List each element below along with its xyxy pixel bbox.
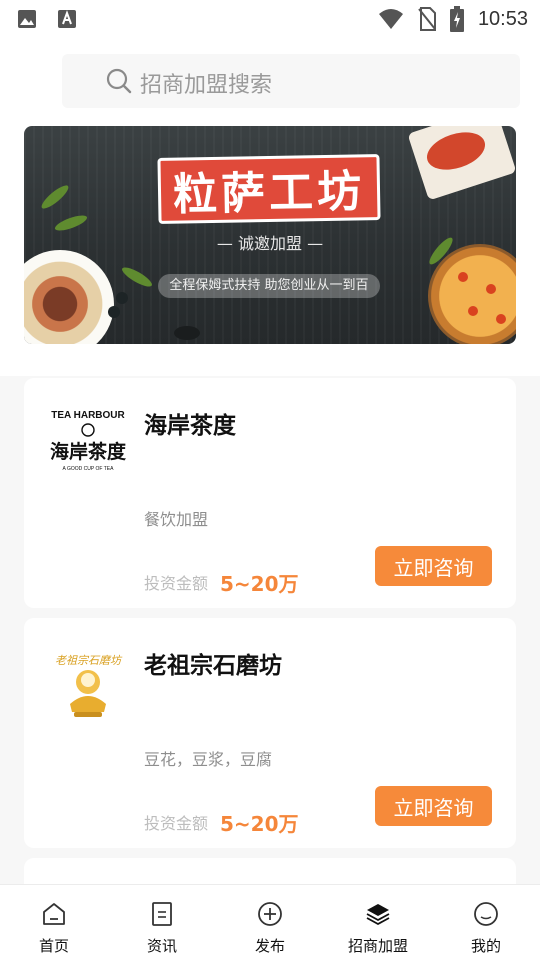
consult-button[interactable]: 立即咨询 (375, 546, 492, 586)
tab-publish[interactable]: 发布 (216, 885, 324, 960)
listing-category: 豆花，豆浆，豆腐 (144, 750, 273, 769)
promo-banner[interactable]: 粒萨工坊 — 诚邀加盟 — 全程保姆式扶持 助您创业从一到百 (24, 126, 516, 344)
search-icon (106, 68, 132, 94)
battery-charging-icon (449, 6, 464, 32)
tab-profile[interactable]: 我的 (432, 885, 540, 960)
consult-button[interactable]: 立即咨询 (375, 786, 492, 826)
stone-mill-logo: 老祖宗石磨坊 (55, 654, 123, 717)
sauce-bowl-decoration (174, 326, 200, 340)
news-icon (152, 902, 172, 926)
invest-label: 投资金额 (144, 574, 209, 593)
tea-harbour-logo: TEA HARBOUR 海岸茶度 A GOOD CUP OF TEA (50, 410, 127, 472)
publish-plus-icon (258, 902, 282, 926)
tab-label: 资讯 (146, 937, 177, 955)
tab-label: 发布 (254, 937, 285, 955)
steak-plate-decoration (24, 250, 114, 344)
svg-text:TEA HARBOUR: TEA HARBOUR (51, 410, 125, 421)
invest-label: 投资金额 (144, 814, 209, 833)
status-time: 10:53 (477, 7, 528, 30)
profile-smile-icon (474, 902, 498, 926)
invest-value: 5~20万 (220, 572, 299, 596)
olive-decoration (108, 306, 120, 318)
olive-decoration (116, 292, 128, 304)
pizza-decoration (428, 244, 516, 344)
tab-label: 招商加盟 (347, 937, 408, 955)
search-bar[interactable]: 招商加盟搜索 (62, 54, 520, 108)
tab-news[interactable]: 资讯 (108, 885, 216, 960)
listing-card[interactable]: 老祖宗石磨坊 老祖宗石磨坊 豆花，豆浆，豆腐 投资金额 5~20万 立即咨询 (24, 618, 516, 848)
svg-text:海岸茶度: 海岸茶度 (50, 440, 127, 463)
layers-icon (366, 904, 390, 926)
banner-tagline: 全程保姆式扶持 助您创业从一到百 (158, 274, 380, 298)
no-sim-icon (418, 7, 436, 31)
svg-text:A GOOD CUP OF TEA: A GOOD CUP OF TEA (63, 466, 115, 472)
tab-label: 我的 (470, 937, 501, 955)
status-bar: 10:53 (0, 0, 540, 38)
leaf-decoration (119, 264, 155, 290)
banner-title: 粒萨工坊 (157, 154, 381, 224)
bottom-tab-bar: 首页 资讯 发布 招商加盟 我的 (0, 884, 540, 960)
listing-card[interactable]: TEA HARBOUR 海岸茶度 A GOOD CUP OF TEA 海岸茶度 … (24, 378, 516, 608)
tab-home[interactable]: 首页 (0, 885, 108, 960)
leaf-decoration (38, 182, 72, 212)
tab-franchise[interactable]: 招商加盟 (324, 885, 432, 960)
listing-title[interactable]: 海岸茶度 (144, 406, 236, 440)
invest-value: 5~20万 (220, 812, 299, 836)
banner-subtitle: — 诚邀加盟 — (216, 234, 324, 253)
wifi-icon (378, 9, 403, 29)
listing-category: 餐饮加盟 (144, 510, 209, 529)
home-icon (43, 903, 65, 925)
search-placeholder[interactable]: 招商加盟搜索 (140, 67, 272, 99)
font-app-icon (58, 10, 76, 28)
svg-text:老祖宗石磨坊: 老祖宗石磨坊 (55, 654, 123, 667)
image-icon (18, 10, 36, 28)
listing-title[interactable]: 老祖宗石磨坊 (144, 646, 282, 680)
tab-label: 首页 (38, 937, 69, 955)
